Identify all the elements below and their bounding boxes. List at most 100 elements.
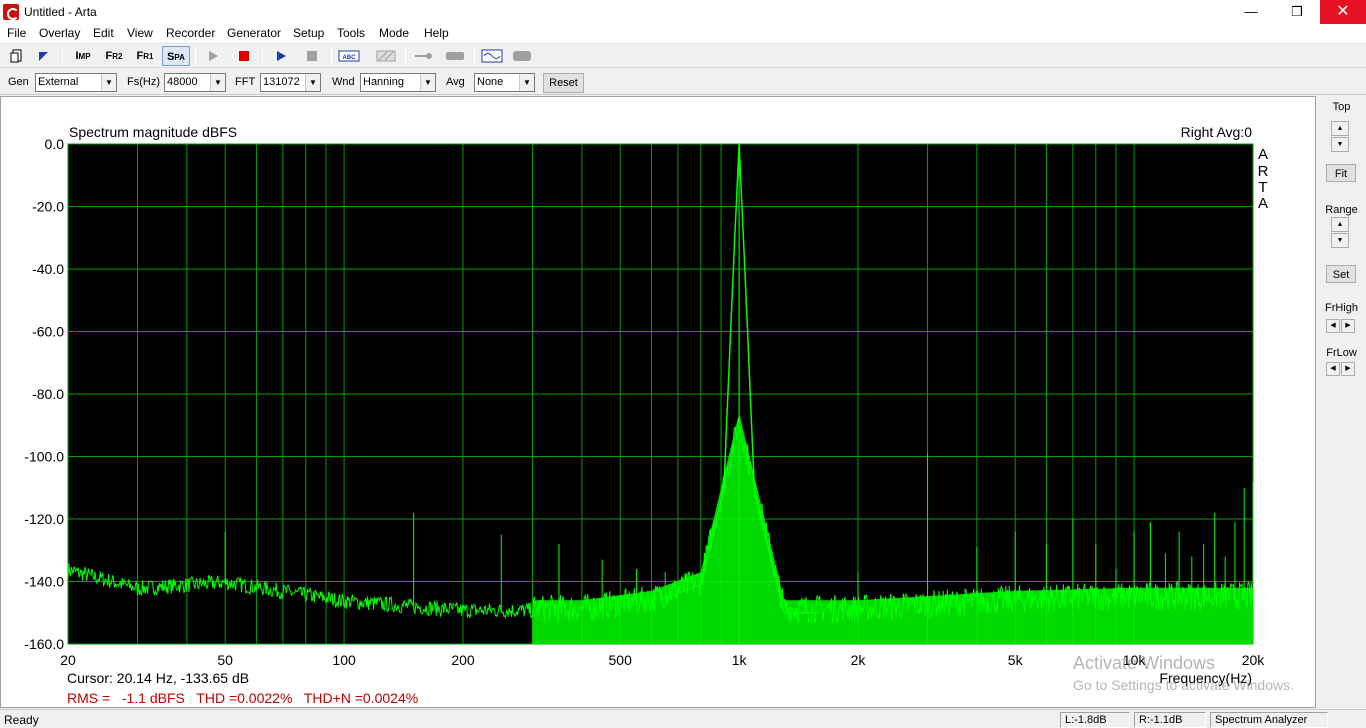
status-left-level: L:-1.8dB xyxy=(1060,712,1130,728)
device-icon[interactable] xyxy=(443,46,467,66)
menu-tools[interactable]: Tools xyxy=(337,26,365,40)
stop-record-icon[interactable] xyxy=(233,46,255,66)
range-label: Range xyxy=(1325,204,1358,216)
freq-response-single-button[interactable]: FR1 xyxy=(132,46,158,66)
menu-mode[interactable]: Mode xyxy=(379,26,409,40)
play-icon[interactable] xyxy=(270,46,292,66)
abc-icon-text: ABC xyxy=(343,55,357,61)
menu-overlay[interactable]: Overlay xyxy=(39,26,80,40)
brand-letter: T xyxy=(1258,179,1267,196)
menu-generator[interactable]: Generator xyxy=(227,26,281,40)
chevron-down-icon: ▼ xyxy=(420,74,435,91)
main-toolbar: IMP FR2 FR1 SPA ABC xyxy=(0,44,1366,68)
status-right-level: R:-1.1dB xyxy=(1134,712,1206,728)
menu-help[interactable]: Help xyxy=(424,26,449,40)
chevron-down-icon: ▼ xyxy=(210,74,225,91)
y-tick-label: -80.0 xyxy=(32,386,64,402)
chevron-down-icon: ▼ xyxy=(519,74,534,91)
menu-recorder[interactable]: Recorder xyxy=(166,26,215,40)
status-mode: Spectrum Analyzer xyxy=(1210,712,1328,728)
y-tick-label: 0.0 xyxy=(45,136,65,152)
title-bar: Untitled - Arta — ❒ ✕ xyxy=(0,0,1366,24)
frlow-right-spin[interactable]: ▶ xyxy=(1341,362,1355,376)
y-tick-label: -40.0 xyxy=(32,261,64,277)
x-tick-label: 2k xyxy=(851,652,867,668)
range-up-spin[interactable]: ▲ xyxy=(1331,217,1349,232)
x-tick-label: 50 xyxy=(217,652,233,668)
window-title: Untitled - Arta xyxy=(24,5,97,19)
activation-watermark-title: Activate Windows xyxy=(1073,653,1216,673)
wnd-label: Wnd xyxy=(332,76,355,88)
x-tick-label: 20 xyxy=(60,652,76,668)
fs-select[interactable]: 48000 ▼ xyxy=(164,73,226,92)
activation-watermark-subtitle: Go to Settings to activate Windows. xyxy=(1073,677,1294,693)
spectrum-plot-frame: 0.0 -20.0 -40.0 -60.0 -80.0 -100.0 -120.0 -140.… xyxy=(0,96,1316,708)
avg-select[interactable]: None ▼ xyxy=(474,73,535,92)
chart-title: Spectrum magnitude dBFS xyxy=(69,124,237,140)
brand-letter: A xyxy=(1258,146,1268,163)
minimize-button[interactable]: — xyxy=(1228,0,1274,24)
x-tick-label: 200 xyxy=(451,652,475,668)
hatch-icon[interactable] xyxy=(374,46,398,66)
fft-select[interactable]: 131072 ▼ xyxy=(260,73,321,92)
gen-label: Gen xyxy=(8,76,29,88)
pointer-icon[interactable] xyxy=(32,46,54,66)
y-tick-label: -100.0 xyxy=(24,449,64,465)
y-tick-label: -160.0 xyxy=(24,636,64,652)
window-select[interactable]: Hanning ▼ xyxy=(360,73,436,92)
brand-letter: R xyxy=(1258,163,1269,180)
chevron-down-icon: ▼ xyxy=(101,74,116,91)
maximize-button[interactable]: ❒ xyxy=(1274,0,1320,24)
y-tick-label: -60.0 xyxy=(32,324,64,340)
channel-avg-label: Right Avg:0 xyxy=(1181,124,1253,140)
meter-icon[interactable] xyxy=(510,46,534,66)
chevron-down-icon: ▼ xyxy=(305,74,320,91)
fft-label: FFT xyxy=(235,76,256,88)
frlow-left-spin[interactable]: ◀ xyxy=(1326,362,1340,376)
close-button[interactable]: ✕ xyxy=(1320,0,1366,24)
reset-button[interactable]: Reset xyxy=(543,73,584,93)
arta-app-icon[interactable] xyxy=(3,4,19,20)
brand-letter: A xyxy=(1258,195,1268,212)
y-tick-label: -140.0 xyxy=(24,574,64,590)
side-panel: Top Range FrHigh FrLow xyxy=(1317,96,1366,708)
menu-edit[interactable]: Edit xyxy=(93,26,114,40)
status-ready: Ready xyxy=(4,713,39,727)
top-up-spin[interactable]: ▲ xyxy=(1331,121,1349,136)
menu-view[interactable]: View xyxy=(127,26,153,40)
fs-label: Fs(Hz) xyxy=(127,76,160,88)
impulse-mode-button[interactable]: IMP xyxy=(70,46,96,66)
probe-icon[interactable] xyxy=(412,46,436,66)
spectrum-mode-button[interactable]: SPA xyxy=(162,46,190,66)
menu-bar: File Overlay Edit View Recorder Generato… xyxy=(0,24,1366,44)
rms-thd-readout: RMS = -1.1 dBFS THD =0.0022% THD+N =0.00… xyxy=(67,690,418,706)
freq-response-dual-button[interactable]: FR2 xyxy=(101,46,127,66)
x-tick-label: 1k xyxy=(732,652,748,668)
x-tick-label: 5k xyxy=(1008,652,1024,668)
x-tick-label: 20k xyxy=(1242,652,1266,668)
frhigh-right-spin[interactable]: ▶ xyxy=(1341,319,1355,333)
y-tick-label: -120.0 xyxy=(24,511,64,527)
avg-label: Avg xyxy=(446,76,465,88)
spectrum-chart[interactable]: 0.0 -20.0 -40.0 -60.0 -80.0 -100.0 -120.0 -140.… xyxy=(1,97,1315,707)
frhigh-left-spin[interactable]: ◀ xyxy=(1326,319,1340,333)
new-file-icon[interactable] xyxy=(6,46,28,66)
range-down-spin[interactable]: ▼ xyxy=(1331,233,1349,248)
stop-gray-icon[interactable] xyxy=(301,46,323,66)
settings-toolbar: Gen External ▼ Fs(Hz) 48000 ▼ FFT 131072 ▼ … xyxy=(0,69,1366,95)
x-tick-label: 100 xyxy=(332,652,356,668)
status-bar: Ready L:-1.8dB R:-1.1dB Spectrum Analyze… xyxy=(0,709,1366,728)
set-button[interactable]: Set xyxy=(1326,265,1356,283)
x-tick-label: 500 xyxy=(609,652,633,668)
top-label: Top xyxy=(1332,101,1351,113)
text-annotation-icon[interactable]: ABC xyxy=(337,46,361,66)
cursor-readout: Cursor: 20.14 Hz, -133.65 dB xyxy=(67,670,249,686)
menu-file[interactable]: File xyxy=(7,26,26,40)
y-tick-label: -20.0 xyxy=(32,199,64,215)
top-down-spin[interactable]: ▼ xyxy=(1331,137,1349,152)
menu-setup[interactable]: Setup xyxy=(293,26,324,40)
fit-button[interactable]: Fit xyxy=(1326,164,1356,182)
gen-select[interactable]: External ▼ xyxy=(35,73,117,92)
generator-wave-icon[interactable] xyxy=(480,46,504,66)
play-gray-icon[interactable] xyxy=(202,46,224,66)
